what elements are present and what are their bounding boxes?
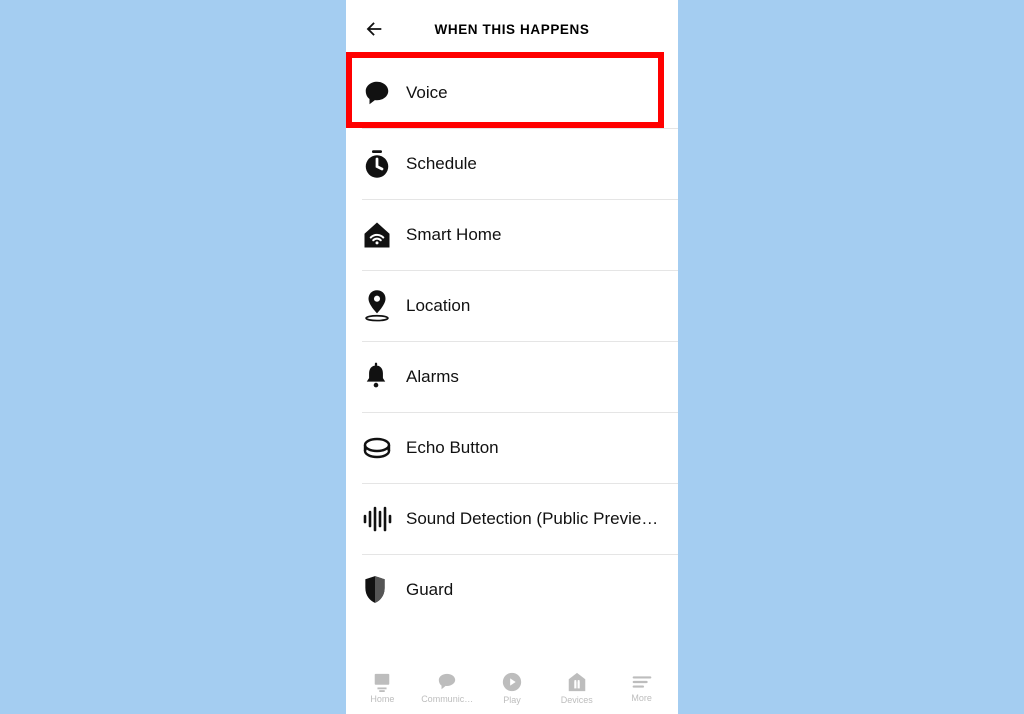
bell-icon (362, 362, 390, 392)
back-button[interactable] (360, 15, 388, 43)
trigger-row-smarthome[interactable]: Smart Home (346, 200, 678, 270)
clock-icon (362, 149, 392, 179)
tab-more[interactable]: More (609, 673, 674, 703)
trigger-label: Smart Home (406, 225, 662, 245)
trigger-row-schedule[interactable]: Schedule (346, 129, 678, 199)
header: WHEN THIS HAPPENS (346, 0, 678, 58)
tab-play[interactable]: Play (480, 671, 545, 705)
bottom-tab-bar: Home Communic… Play Devices (346, 658, 678, 714)
devices-tab-icon (566, 671, 588, 693)
tab-communicate[interactable]: Communic… (415, 672, 480, 704)
location-pin-icon (362, 289, 392, 323)
chat-tab-icon (436, 672, 458, 692)
trigger-label: Guard (406, 580, 662, 600)
trigger-row-location[interactable]: Location (346, 271, 678, 341)
button-disc-icon (362, 436, 392, 460)
page-title: WHEN THIS HAPPENS (346, 22, 678, 37)
phone-frame: WHEN THIS HAPPENS Voice Schedule (346, 0, 678, 714)
shield-icon (362, 575, 388, 605)
back-arrow-icon (363, 18, 385, 40)
trigger-row-echo[interactable]: Echo Button (346, 413, 678, 483)
trigger-row-alarms[interactable]: Alarms (346, 342, 678, 412)
play-tab-icon (501, 671, 523, 693)
trigger-label: Echo Button (406, 438, 662, 458)
trigger-label: Schedule (406, 154, 662, 174)
trigger-label: Alarms (406, 367, 662, 387)
trigger-list: Voice Schedule (346, 58, 678, 658)
soundwave-icon (362, 506, 392, 532)
trigger-row-sound[interactable]: Sound Detection (Public Previe… (346, 484, 678, 554)
speech-bubble-icon (362, 78, 392, 108)
more-tab-icon (631, 673, 653, 691)
home-tab-icon (371, 672, 393, 692)
trigger-label: Voice (406, 83, 662, 103)
tab-devices[interactable]: Devices (544, 671, 609, 705)
trigger-row-guard[interactable]: Guard (346, 555, 678, 625)
trigger-label: Location (406, 296, 662, 316)
home-wifi-icon (362, 220, 392, 250)
trigger-row-voice[interactable]: Voice (346, 58, 678, 128)
trigger-label: Sound Detection (Public Previe… (406, 509, 662, 529)
tab-home[interactable]: Home (350, 672, 415, 704)
